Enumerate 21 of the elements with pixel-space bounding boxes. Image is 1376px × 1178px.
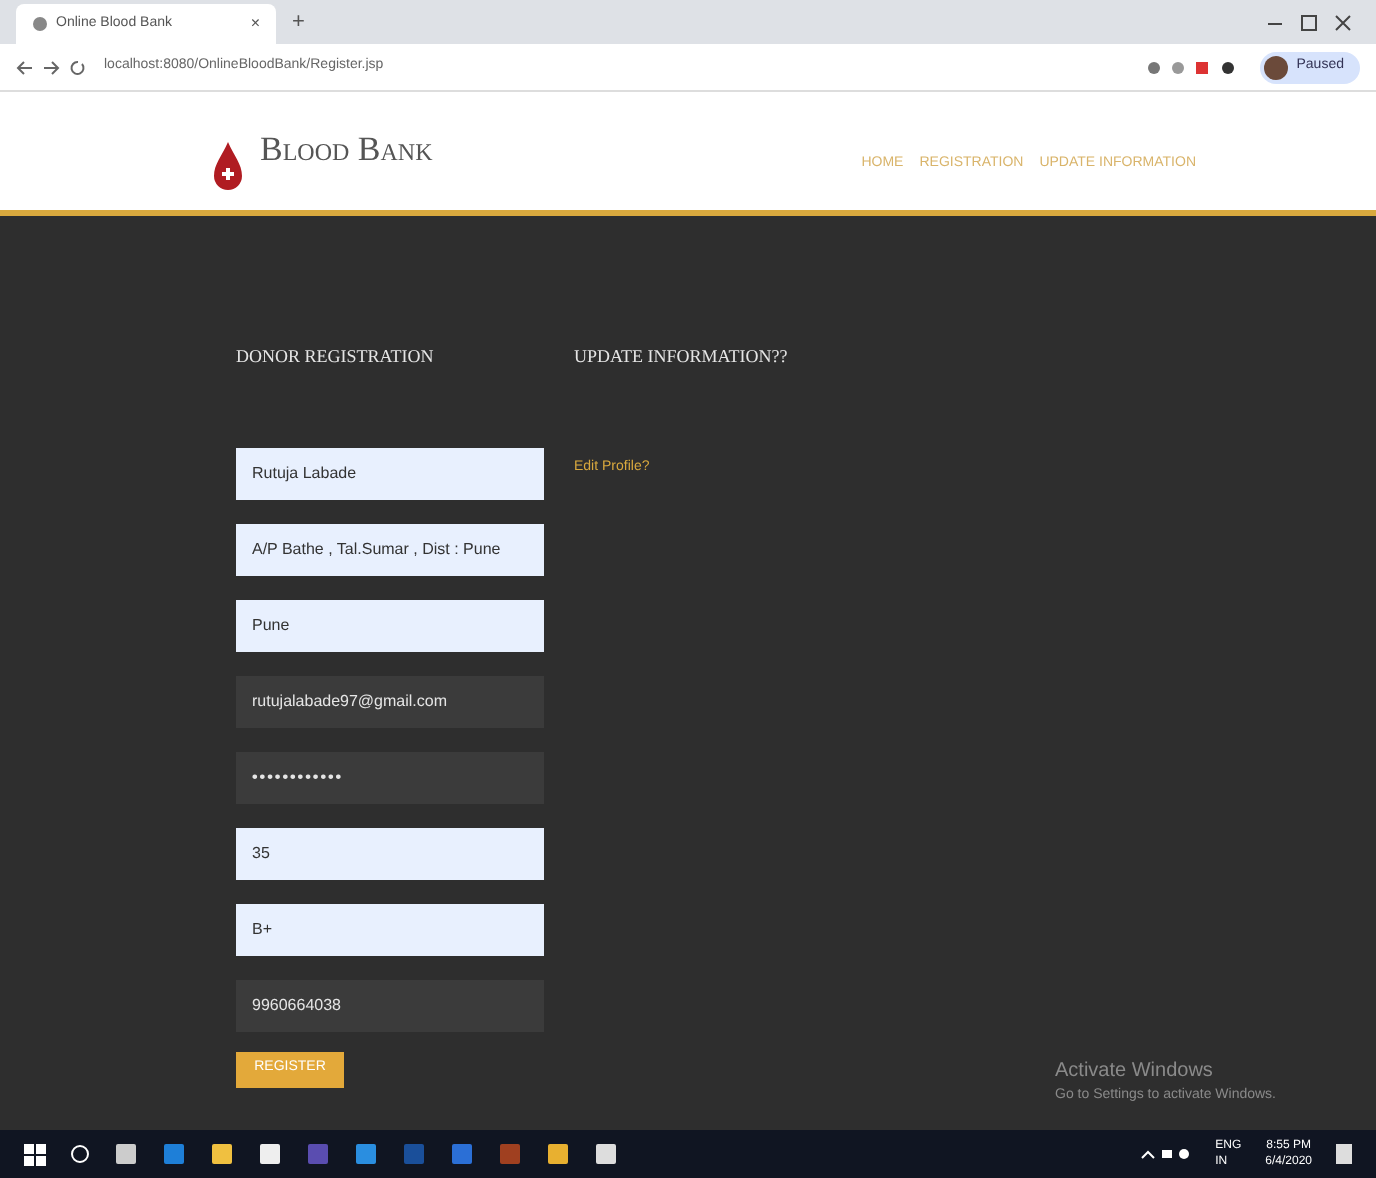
- activation-title: Activate Windows: [1055, 1057, 1215, 1085]
- app-icon[interactable]: [594, 1142, 618, 1166]
- new-tab-button[interactable]: +: [292, 5, 305, 38]
- input-field[interactable]: rutujalabade97@gmail.com: [236, 675, 544, 727]
- section-heading: DONOR REGISTRATION: [236, 344, 436, 370]
- close-icon[interactable]: ×: [250, 12, 260, 36]
- section-heading: UPDATE INFORMATION??: [574, 344, 788, 370]
- blood-drop-icon: [212, 139, 244, 191]
- input-field[interactable]: 35: [236, 827, 544, 879]
- windows-logo-icon[interactable]: [24, 1143, 46, 1165]
- input-field[interactable]: A/P Bathe , Tal.Sumar , Dist : Pune: [236, 523, 544, 575]
- avatar-icon: [1264, 55, 1289, 79]
- input-field[interactable]: Rutuja Labade: [236, 447, 544, 499]
- search-icon[interactable]: [70, 1144, 90, 1164]
- input-field[interactable]: 9960664038: [236, 979, 544, 1031]
- navigation-icons[interactable]: [16, 57, 88, 77]
- input-field[interactable]: B+: [236, 903, 544, 955]
- tray-icons[interactable]: [1139, 1146, 1192, 1162]
- password-field[interactable]: ••••••••••••: [236, 751, 544, 803]
- brand-name: Blood Bank: [260, 127, 433, 172]
- input-field[interactable]: Pune: [236, 599, 544, 651]
